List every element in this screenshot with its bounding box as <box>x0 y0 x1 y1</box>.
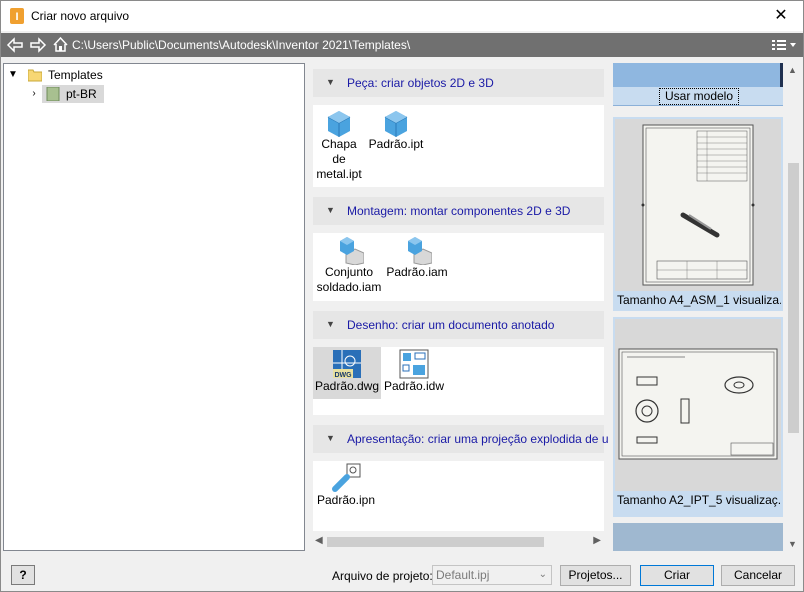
preview-panel: Usar modelo Tamanho A4_ASM_1 visualiza..… <box>613 63 801 551</box>
create-button[interactable]: Criar <box>640 565 714 586</box>
tree-item-pt-br[interactable]: › pt-BR <box>4 85 304 103</box>
title-bar: I Criar novo arquivo ✕ <box>1 1 803 31</box>
collapse-arrow-icon[interactable]: ▼ <box>326 205 335 215</box>
category-label: Desenho: criar um documento anotado <box>347 318 555 332</box>
dwg-drawing-icon: DWG <box>333 350 361 379</box>
category-body-part: Chapa de metal.ipt Padrão.ipt <box>313 105 604 187</box>
presentation-icon <box>332 463 361 492</box>
scroll-down-icon[interactable]: ▼ <box>788 539 797 549</box>
tree-item-templates[interactable]: ▼ Templates <box>4 66 304 84</box>
file-label: Padrão.ipn <box>316 493 376 507</box>
category-body-presentation: Padrão.ipn <box>313 461 604 531</box>
file-label: Conjunto <box>324 265 374 279</box>
category-header-assembly[interactable]: ▼ Montagem: montar componentes 2D e 3D <box>313 197 604 225</box>
file-label: metal.ipt <box>316 167 362 181</box>
file-label: soldado.iam <box>316 280 382 294</box>
template-thumbnail-next[interactable] <box>613 523 783 551</box>
file-label: Chapa <box>321 137 357 151</box>
close-button[interactable]: ✕ <box>759 1 803 31</box>
cancel-button[interactable]: Cancelar <box>721 565 795 586</box>
scrollbar-thumb[interactable] <box>788 163 799 433</box>
project-file-label: Arquivo de projeto: <box>332 569 433 583</box>
use-model-area: Usar modelo <box>613 63 783 106</box>
part-cube-icon <box>327 111 351 137</box>
assembly-icon <box>340 237 364 265</box>
horizontal-scrollbar[interactable]: ◀ ▶ <box>313 533 609 551</box>
chevron-down-icon: ⌄ <box>538 569 547 580</box>
category-label: Apresentação: criar uma projeção explodi… <box>347 432 609 446</box>
view-options-icon[interactable] <box>771 38 797 52</box>
drawing-preview-image <box>615 119 781 291</box>
category-body-drawing: DWG Padrão.dwg Padrão.idw <box>313 347 604 415</box>
template-padrao-idw[interactable]: Padrão.idw <box>383 349 445 394</box>
svg-text:I: I <box>15 11 18 23</box>
vertical-scrollbar[interactable]: ▲ ▼ <box>785 63 801 551</box>
help-button[interactable]: ? <box>11 565 35 585</box>
scrollbar-thumb[interactable] <box>327 537 544 547</box>
template-padrao-ipn[interactable]: Padrão.ipn <box>315 463 377 508</box>
a2-sheet-drawing <box>618 348 778 460</box>
home-icon[interactable] <box>52 36 69 53</box>
file-label: Padrão.ipt <box>368 137 424 151</box>
file-label: Padrão.idw <box>383 379 445 393</box>
project-file-value: Default.ipj <box>436 568 490 582</box>
file-label: de <box>332 152 346 166</box>
preview-header-marker <box>780 63 783 87</box>
collapse-arrow-icon[interactable]: ▼ <box>326 77 335 87</box>
category-header-drawing[interactable]: ▼ Desenho: criar um documento anotado <box>313 311 604 339</box>
assembly-icon <box>408 237 432 265</box>
a4-sheet-drawing <box>641 124 755 286</box>
template-list: ▼ Peça: criar objetos 2D e 3D Chapa de m… <box>313 63 609 551</box>
category-header-part[interactable]: ▼ Peça: criar objetos 2D e 3D <box>313 69 604 97</box>
dwg-badge: DWG <box>334 372 352 379</box>
scroll-right-icon[interactable]: ▶ <box>593 535 601 546</box>
address-path[interactable]: C:\Users\Public\Documents\Autodesk\Inven… <box>72 38 410 52</box>
template-chapa-metal-ipt[interactable]: Chapa de metal.ipt <box>315 107 363 182</box>
projects-button[interactable]: Projetos... <box>560 565 631 586</box>
file-label: Padrão.iam <box>386 265 448 279</box>
category-label: Montagem: montar componentes 2D e 3D <box>347 204 571 218</box>
thumbnail-caption: Tamanho A4_ASM_1 visualiza... <box>617 293 781 307</box>
use-model-button[interactable]: Usar modelo <box>659 88 739 105</box>
address-bar: C:\Users\Public\Documents\Autodesk\Inven… <box>1 33 803 57</box>
idw-drawing-icon <box>399 349 429 379</box>
thumbnail-caption: Tamanho A2_IPT_5 visualizaç... <box>617 493 781 507</box>
tree-item-label: Templates <box>48 68 103 82</box>
scroll-up-icon[interactable]: ▲ <box>788 65 797 75</box>
collapse-arrow-icon[interactable]: ▼ <box>326 433 335 443</box>
scroll-left-icon[interactable]: ◀ <box>315 535 323 546</box>
template-padrao-iam[interactable]: Padrão.iam <box>385 235 449 280</box>
dialog-footer: ? Arquivo de projeto: Default.ipj ⌄ Proj… <box>1 557 803 591</box>
folder-tree: ▼ Templates › pt-BR <box>3 63 305 551</box>
forward-arrow-icon[interactable] <box>29 37 47 53</box>
template-thumbnail-a4-asm[interactable]: Tamanho A4_ASM_1 visualiza... <box>613 117 783 311</box>
back-arrow-icon[interactable] <box>6 37 24 53</box>
template-thumbnail-a2-ipt[interactable]: Tamanho A2_IPT_5 visualizaç... <box>613 317 783 517</box>
part-cube-icon <box>384 111 408 137</box>
drawing-preview-image <box>615 319 781 491</box>
folder-icon <box>28 69 42 82</box>
template-conjunto-soldado-iam[interactable]: Conjunto soldado.iam <box>315 235 383 295</box>
preview-header <box>613 63 783 87</box>
collapse-arrow-icon[interactable]: ▼ <box>326 319 335 329</box>
template-padrao-dwg[interactable]: DWG Padrão.dwg <box>313 347 381 399</box>
chevron-right-icon[interactable]: › <box>28 85 40 103</box>
inventor-app-icon: I <box>10 8 24 24</box>
project-file-select[interactable]: Default.ipj ⌄ <box>432 565 552 585</box>
chevron-down-icon[interactable]: ▼ <box>7 66 19 84</box>
dialog-window: I Criar novo arquivo ✕ C:\Users\Public\D… <box>0 0 804 592</box>
template-padrao-ipt[interactable]: Padrão.ipt <box>367 107 425 152</box>
folder-icon <box>46 87 60 101</box>
file-label: Padrão.dwg <box>314 379 380 393</box>
category-header-presentation[interactable]: ▼ Apresentação: criar uma projeção explo… <box>313 425 609 453</box>
tree-item-label: pt-BR <box>66 87 97 101</box>
window-title: Criar novo arquivo <box>31 9 130 23</box>
category-label: Peça: criar objetos 2D e 3D <box>347 76 494 90</box>
category-body-assembly: Conjunto soldado.iam Padrão.iam <box>313 233 604 301</box>
